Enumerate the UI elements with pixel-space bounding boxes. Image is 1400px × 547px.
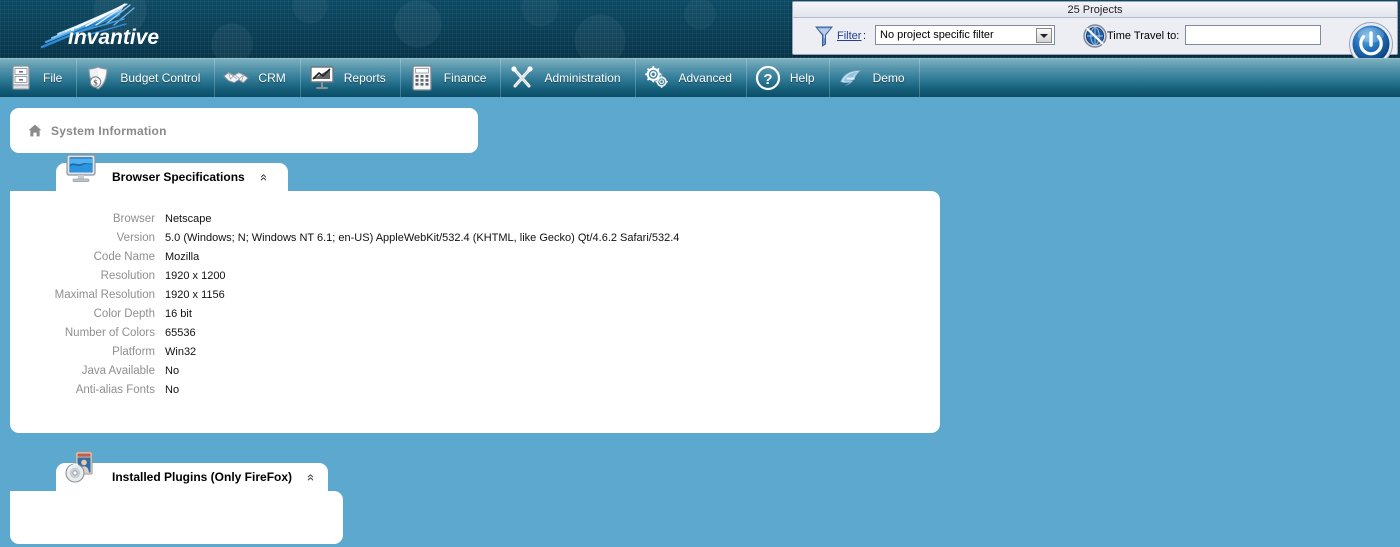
menu-label-finance: Finance — [443, 71, 487, 85]
time-travel-input[interactable] — [1185, 25, 1321, 45]
table-row: Platform Win32 — [10, 342, 940, 361]
spec-value: No — [165, 383, 180, 396]
spec-label: Color Depth — [93, 307, 155, 320]
panel-header-browser-specifications[interactable]: Browser Specifications » — [56, 154, 288, 191]
project-filter-panel: 25 Projects Filter : No project specific… — [792, 1, 1398, 58]
world-clock-icon — [1081, 22, 1109, 55]
svg-text:invantive: invantive — [68, 26, 159, 49]
panel-body-browser-specifications: Browser Netscape Version 5.0 (Windows; N… — [10, 191, 940, 433]
tools-wrench-screwdriver-icon — [509, 65, 535, 91]
presentation-chart-icon — [309, 65, 335, 91]
app-header: invantive 25 Projects Filter : No projec… — [0, 0, 1400, 58]
menu-label-budget-control: Budget Control — [120, 71, 201, 85]
project-filter-selected-value: No project specific filter — [880, 29, 994, 41]
table-row: Number of Colors 65536 — [10, 323, 940, 342]
spec-label: Version — [116, 231, 155, 244]
spec-label: Resolution — [100, 269, 155, 282]
table-row: Resolution 1920 x 1200 — [10, 266, 940, 285]
filing-cabinet-icon — [8, 65, 34, 91]
monitor-icon — [64, 151, 98, 185]
spec-value: 16 bit — [165, 307, 192, 320]
menu-label-demo: Demo — [872, 71, 905, 85]
menu-label-administration: Administration — [544, 71, 621, 85]
spec-label: Browser — [112, 212, 155, 225]
menu-label-file: File — [43, 71, 63, 85]
spec-label: Code Name — [93, 250, 155, 263]
panel-title-installed-plugins: Installed Plugins (Only FireFox) — [112, 470, 293, 484]
menu-label-crm: CRM — [258, 71, 286, 85]
page-content: System Information Browser Specification… — [0, 97, 1400, 547]
spec-value: No — [165, 364, 180, 377]
invantive-logo: invantive — [24, 1, 184, 57]
breadcrumb: System Information — [10, 108, 478, 153]
spec-label: Number of Colors — [64, 326, 155, 339]
menu-item-administration[interactable]: Administration — [501, 58, 636, 98]
spec-label: Anti-alias Fonts — [75, 383, 155, 396]
table-row: Anti-alias Fonts No — [10, 380, 940, 399]
table-row: Java Available No — [10, 361, 940, 380]
spec-value: 1920 x 1156 — [165, 288, 225, 301]
breadcrumb-label: System Information — [51, 123, 167, 138]
power-button-icon[interactable] — [1348, 21, 1394, 58]
spec-label: Platform — [112, 345, 155, 358]
spec-value: 5.0 (Windows; N; Windows NT 6.1; en-US) … — [165, 231, 680, 244]
collapse-icon-installed-plugins[interactable]: » — [302, 473, 317, 480]
filter-colon: : — [863, 30, 867, 42]
menu-item-advanced[interactable]: Advanced — [636, 58, 747, 98]
spec-label: Java Available — [81, 364, 155, 377]
collapse-icon-browser-specifications[interactable]: » — [255, 173, 270, 180]
menu-item-budget-control[interactable]: $ Budget Control — [77, 58, 216, 98]
table-row: Browser Netscape — [10, 209, 940, 228]
time-travel-label: Time Travel to: — [1107, 30, 1180, 42]
gears-icon — [644, 65, 670, 91]
spec-value: Mozilla — [165, 250, 200, 263]
dolphin-icon — [838, 65, 864, 91]
spec-value: 65536 — [165, 326, 196, 339]
spec-value: Win32 — [165, 345, 197, 358]
project-filter-select[interactable]: No project specific filter — [875, 25, 1055, 45]
table-row: Color Depth 16 bit — [10, 304, 940, 323]
menu-label-help: Help — [789, 71, 815, 85]
spec-label: Maximal Resolution — [54, 288, 155, 301]
calculator-icon — [409, 65, 435, 91]
menu-label-advanced: Advanced — [678, 71, 732, 85]
project-count-title: 25 Projects — [793, 2, 1397, 18]
menu-item-help[interactable]: ? Help — [747, 58, 830, 98]
menu-item-finance[interactable]: Finance — [401, 58, 502, 98]
menu-item-demo[interactable]: Demo — [830, 58, 920, 98]
panel-header-installed-plugins[interactable]: Installed Plugins (Only FireFox) » — [56, 451, 328, 491]
menu-item-file[interactable]: File — [0, 58, 78, 98]
table-row: Maximal Resolution 1920 x 1156 — [10, 285, 940, 304]
menu-item-reports[interactable]: Reports — [301, 58, 401, 98]
panel-title-browser-specifications: Browser Specifications — [112, 170, 245, 184]
chevron-down-icon[interactable] — [1036, 28, 1052, 43]
svg-text:?: ? — [763, 71, 772, 88]
spec-value: Netscape — [165, 212, 212, 225]
menu-label-reports: Reports — [343, 71, 386, 85]
question-mark-circle-icon: ? — [755, 65, 781, 91]
handshake-icon — [223, 65, 249, 91]
menu-item-crm[interactable]: CRM — [215, 58, 301, 98]
spec-value: 1920 x 1200 — [165, 269, 226, 282]
filter-link[interactable]: Filter — [837, 30, 861, 42]
table-row: Code Name Mozilla — [10, 247, 940, 266]
panel-body-installed-plugins — [10, 491, 343, 544]
money-shield-icon: $ — [85, 65, 111, 91]
home-icon[interactable] — [28, 124, 42, 137]
table-row: Version 5.0 (Windows; N; Windows NT 6.1;… — [10, 228, 940, 247]
menu-bar-filler — [920, 59, 1400, 98]
plugins-cd-icon — [64, 451, 98, 485]
browser-specifications-table: Browser Netscape Version 5.0 (Windows; N… — [10, 209, 940, 399]
funnel-icon — [814, 25, 834, 52]
main-menu-bar: File $ Budget Control CRM Reports Financ… — [0, 58, 1400, 98]
